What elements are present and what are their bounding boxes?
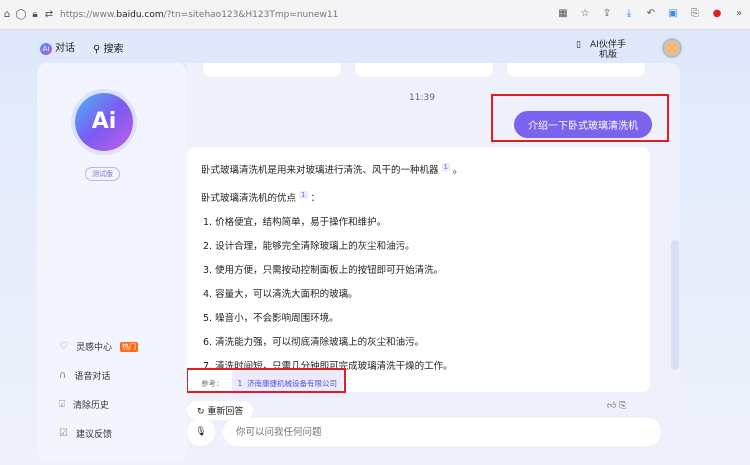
citation-link[interactable]: 1	[441, 163, 451, 171]
home-icon[interactable]: ⌂	[0, 9, 14, 20]
feedback-icon: ☑	[59, 428, 68, 439]
adblock-icon[interactable]: ●	[710, 8, 724, 19]
phone-app-link[interactable]: ▯ AI伙伴手机版	[576, 40, 627, 60]
sidebar-item-label: 清除历史	[73, 401, 110, 411]
headphones-icon: ∩	[59, 370, 67, 381]
scrollbar[interactable]	[671, 240, 679, 370]
microphone-icon: 🎙︎	[195, 427, 207, 437]
answer-advantages: 卧式玻璃清洗机的优点 1 ：	[201, 191, 321, 205]
question-input[interactable]	[223, 418, 661, 446]
sidebar-item-label: 灵感中心	[75, 343, 112, 353]
list-item: 5. 噪音小，不会影响周围环境。	[203, 313, 339, 325]
tab-chat[interactable]: Ai 对话	[40, 39, 75, 55]
trash-icon: ⌻	[59, 399, 65, 410]
top-nav: Ai 对话 ⚲ 搜索	[40, 39, 124, 55]
sidebar-item-voice[interactable]: ∩ 语音对话	[59, 369, 110, 382]
sidebar-item-inspiration[interactable]: ♡ 灵感中心 热门	[59, 340, 138, 353]
url-domain: baidu.com	[116, 9, 164, 20]
list-item: 1. 价格便宜，结构简单，易于操作和维护。	[203, 217, 387, 229]
refresh-icon: ↻	[197, 407, 208, 417]
list-item: 3. 使用方便，只需按动控制面板上的按钮即可开始清洗。	[203, 265, 444, 277]
sidebar-item-label: 建议反馈	[75, 430, 112, 440]
more-icon[interactable]: »	[732, 8, 746, 19]
beta-badge: 测试版	[85, 167, 120, 181]
hot-badge: 热门	[119, 341, 138, 352]
share-icon[interactable]: ⇪	[600, 8, 614, 19]
search-icon: ⚲	[93, 43, 104, 55]
copy-icon[interactable]: ⎘	[619, 401, 626, 411]
list-item: 2. 设计合理，能够完全清除玻璃上的灰尘和油污。	[203, 241, 415, 253]
answer-adv-text: 卧式玻璃清洗机的优点	[201, 193, 297, 205]
list-item: 6. 清洗能力强，可以彻底清除玻璃上的灰尘和油污。	[203, 337, 425, 349]
page: Ai 对话 ⚲ 搜索 ▯ AI伙伴手机版 Ai 测试版 ♡ 灵感中心 热门 ∩ 语音对话 …	[0, 30, 750, 465]
regenerate-label: 重新回答	[207, 407, 244, 417]
sidebar: Ai 测试版 ♡ 灵感中心 热门 ∩ 语音对话 ⌻ 清除历史 ☑ 建议反馈	[37, 63, 187, 463]
citation-link[interactable]: 1	[299, 191, 308, 200]
download-icon[interactable]: ⤓	[622, 8, 636, 19]
thumbs-up-icon[interactable]: 👍︎	[607, 401, 616, 411]
reader-icon[interactable]: ▣	[666, 8, 680, 19]
avatar[interactable]	[662, 38, 682, 58]
phone-label: AI伙伴手机版	[590, 40, 626, 60]
url-prefix: https://www.	[60, 9, 117, 20]
sidebar-item-label: 语音对话	[74, 372, 111, 382]
highlight-box	[187, 368, 346, 393]
tab-chat-label: 对话	[55, 43, 75, 54]
qr-icon[interactable]: ▦	[556, 8, 570, 19]
microphone-button[interactable]: 🎙︎	[187, 418, 215, 446]
permissions-icon[interactable]: ⇄	[42, 9, 56, 20]
answer-intro: 卧式玻璃清洗机是用来对玻璃进行清洗、风干的一种机器 1 。	[201, 163, 463, 177]
back-arrow-icon[interactable]: ↶	[644, 8, 658, 19]
url-field[interactable]: https://www.baidu.com/?tn=sitehao123&H12…	[60, 10, 338, 20]
sidebar-item-feedback[interactable]: ☑ 建议反馈	[59, 427, 112, 440]
previous-cards	[203, 63, 645, 77]
tab-search-label: 搜索	[103, 43, 124, 55]
list-item: 4. 容量大，可以清洗大面积的玻璃。	[203, 289, 358, 301]
sidebar-item-clear-history[interactable]: ⌻ 清除历史	[59, 398, 109, 411]
lock-icon: 🔒︎	[32, 9, 38, 20]
extension-icon[interactable]: ⎘	[688, 8, 702, 19]
lightbulb-icon: ♡	[59, 341, 68, 352]
answer-card: 卧式玻璃清洗机是用来对玻璃进行清洗、风干的一种机器 1 。 卧式玻璃清洗机的优点…	[187, 147, 650, 398]
ai-logo-icon: Ai	[40, 43, 52, 55]
browser-toolbar: ⌂ ◯ 🔒︎ ⇄ https://www.baidu.com/?tn=siteh…	[0, 0, 750, 30]
chat-area: 11:39 介绍一下卧式玻璃清洗机 卧式玻璃清洗机是用来对玻璃进行清洗、风干的一…	[187, 63, 680, 463]
ai-logo: Ai	[75, 93, 133, 151]
answer-intro-text: 卧式玻璃清洗机是用来对玻璃进行清洗、风干的一种机器	[201, 165, 439, 177]
answer-actions: 👍︎ ⎘	[607, 401, 626, 411]
phone-icon: ▯	[576, 40, 581, 50]
star-icon[interactable]: ☆	[578, 8, 592, 19]
tab-search[interactable]: ⚲ 搜索	[93, 40, 124, 55]
url-rest: /?tn=sitehao123&H123Tmp=nunew11	[163, 9, 339, 20]
shield-icon[interactable]: ◯	[14, 9, 28, 20]
timestamp: 11:39	[409, 93, 435, 103]
highlight-box	[491, 94, 669, 142]
